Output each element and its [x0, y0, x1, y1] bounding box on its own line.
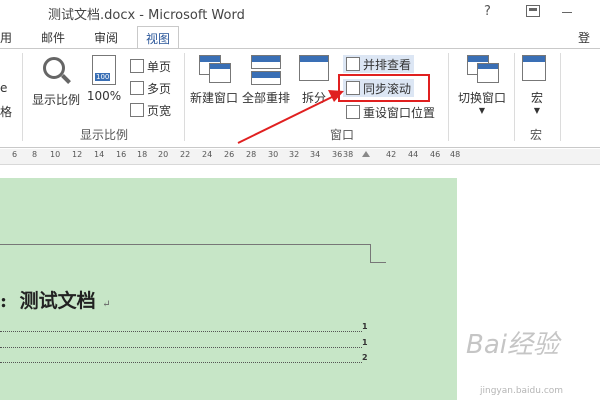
macro-icon	[522, 55, 552, 85]
ribbon-display-options-icon[interactable]	[526, 5, 540, 17]
margin-corner-vertical	[370, 244, 371, 262]
partial-button-top[interactable]: e	[0, 81, 7, 95]
one-page-button[interactable]: 单页	[130, 57, 171, 75]
header-margin-line	[0, 244, 370, 245]
multi-page-icon	[130, 81, 144, 95]
magnifier-icon	[41, 57, 71, 87]
sync-scroll-highlight-box	[338, 74, 430, 102]
document-heading[interactable]: : 测试文档 ↵	[0, 286, 111, 313]
watermark-logo: Bai经验	[466, 330, 559, 360]
toc-page-number: 1	[362, 338, 368, 347]
minimize-icon[interactable]	[562, 12, 572, 13]
margin-corner-horizontal	[370, 262, 386, 263]
doc-100-icon: 100	[89, 55, 119, 85]
zoom-button[interactable]: 显示比例	[30, 55, 82, 108]
group-separator	[184, 53, 185, 141]
split-icon	[299, 55, 329, 85]
page-width-button[interactable]: 页宽	[130, 101, 171, 119]
tab-review[interactable]: 审阅	[94, 29, 118, 46]
horizontal-ruler[interactable]: 6 8 10 12 14 16 18 20 22 24 26 28 30 32 …	[0, 149, 600, 165]
partial-button-bottom[interactable]: 格	[0, 103, 12, 120]
tab-reference[interactable]: 用	[0, 29, 12, 46]
window-group-label: 窗口	[330, 128, 355, 142]
side-by-side-button[interactable]: 并排查看	[343, 55, 415, 73]
zoom-100-button[interactable]: 100 100%	[86, 55, 122, 103]
new-window-button[interactable]: 新建窗口	[188, 55, 240, 106]
group-separator	[448, 53, 449, 141]
window-title: 测试文档.docx - Microsoft Word	[48, 8, 245, 23]
title-bar: 测试文档.docx - Microsoft Word ?	[0, 0, 600, 26]
group-separator	[22, 53, 23, 141]
zoom-group-label: 显示比例	[80, 128, 129, 142]
ribbon: e 格 显示比例 100 100% 单页 多页 页宽 显示比例 新建窗口 全部重…	[0, 48, 600, 148]
toc-leader-line	[0, 347, 362, 348]
reset-position-icon	[346, 105, 360, 119]
one-page-icon	[130, 59, 144, 73]
document-page[interactable]: : 测试文档 ↵ 1 1 2	[0, 178, 457, 400]
toc-leader-line	[0, 362, 362, 363]
macro-group-label: 宏	[530, 128, 543, 142]
toc-page-number: 2	[362, 353, 368, 362]
indent-marker[interactable]	[362, 151, 370, 157]
document-workspace[interactable]: : 测试文档 ↵ 1 1 2	[0, 166, 600, 400]
switch-windows-icon	[467, 55, 499, 85]
page-width-icon	[130, 103, 144, 117]
toc-page-number: 1	[362, 322, 368, 331]
group-separator	[560, 53, 561, 141]
chevron-down-icon: ▼	[533, 106, 541, 115]
toc-leader-line	[0, 331, 362, 332]
tab-view[interactable]: 视图	[137, 26, 180, 49]
ribbon-tabs: 用 邮件 审阅 视图 登录	[0, 26, 600, 62]
tab-mailings[interactable]: 邮件	[41, 29, 65, 46]
chevron-down-icon: ▼	[478, 106, 486, 115]
arrange-all-button[interactable]: 全部重排	[240, 55, 292, 106]
multi-page-button[interactable]: 多页	[130, 79, 171, 97]
split-button[interactable]: 拆分	[298, 55, 330, 106]
paragraph-mark: ↵	[102, 299, 111, 310]
help-button[interactable]: ?	[484, 4, 491, 19]
side-by-side-icon	[346, 57, 360, 71]
reset-position-button[interactable]: 重设窗口位置	[343, 103, 438, 121]
new-window-icon	[199, 55, 231, 85]
switch-windows-button[interactable]: 切换窗口 ▼	[452, 55, 512, 115]
arrange-all-icon	[251, 55, 281, 85]
group-separator	[514, 53, 515, 141]
macro-button[interactable]: 宏 ▼	[520, 55, 554, 115]
watermark-url: jingyan.baidu.com	[480, 386, 564, 396]
